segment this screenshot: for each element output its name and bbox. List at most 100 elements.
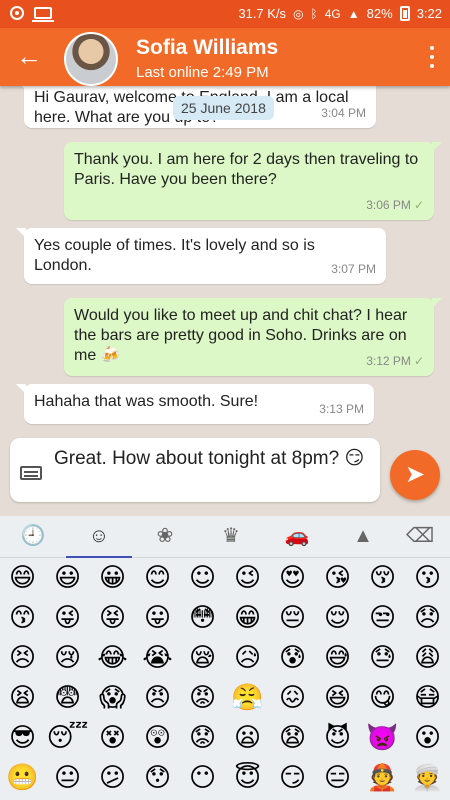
emoji-key[interactable]: 😐 [45,758,90,798]
crown-tab-icon[interactable]: ♛ [198,516,264,558]
emoji-key[interactable]: 😷 [405,678,450,718]
emoji-key[interactable]: 😭 [135,638,180,678]
emoji-key[interactable]: 😧 [270,718,315,758]
message-incoming[interactable]: Hahaha that was smooth. Sure! 3:13 PM [16,384,374,424]
emoji-key[interactable]: 😎 [0,718,45,758]
message-meta: 3:12 PM ✓ [366,351,424,371]
emoji-key[interactable]: 😘 [315,558,360,598]
network-speed: 31.7 K/s [238,6,287,21]
emoji-key[interactable]: 😤 [225,678,270,718]
sent-check-icon: ✓ [413,354,424,368]
emoji-key[interactable]: 😔 [270,598,315,638]
send-button[interactable]: ➤ [390,450,440,500]
message-outgoing[interactable]: Would you like to meet up and chit chat?… [64,298,442,376]
emoji-key[interactable]: 😓 [360,638,405,678]
message-input[interactable]: Great. How about tonight at 8pm? 😏 [54,448,370,470]
message-incoming[interactable]: Yes couple of times. It's lovely and so … [16,228,386,284]
emoji-key[interactable]: 😡 [180,678,225,718]
emoji-key[interactable]: 😃 [45,558,90,598]
emoji-key[interactable]: 😮 [405,718,450,758]
emoji-key[interactable]: 😊 [135,558,180,598]
profile-photo-icon [66,34,116,84]
message-time: 3:07 PM [331,262,376,276]
emoji-key[interactable]: 😚 [360,558,405,598]
emoji-category-tabs: 🕘 ☺ ❀ ♛ 🚗 ▲ ⌫ [0,516,450,558]
signal-icon: ▲ [347,6,360,21]
emoji-key[interactable]: 😒 [360,598,405,638]
emoji-key[interactable]: 😍 [270,558,315,598]
emoji-key[interactable]: 😳 [180,598,225,638]
emoji-key[interactable]: 😅 [315,638,360,678]
contact-name[interactable]: Sofia Williams [136,36,278,60]
message-text: Hahaha that was smooth. Sure! [34,393,259,410]
avatar[interactable] [64,32,118,86]
emoji-key[interactable]: 😝 [90,598,135,638]
last-online-status: Last online 2:49 PM [136,64,269,81]
emoji-key[interactable]: 😗 [405,558,450,598]
emoji-key[interactable]: 👿 [360,718,405,758]
back-arrow-icon[interactable]: ← [16,43,46,71]
emoji-key[interactable]: 😱 [90,678,135,718]
battery-percent: 82% [366,6,393,21]
bluetooth-icon: ᛒ [310,6,318,21]
emoji-key[interactable]: 😩 [405,638,450,678]
message-input-box[interactable]: Great. How about tonight at 8pm? 😏 [10,438,380,502]
message-outgoing[interactable]: Thank you. I am here for 2 days then tra… [64,142,442,220]
emoji-key[interactable]: 😂 [90,638,135,678]
emoji-key[interactable]: 😠 [135,678,180,718]
emoji-key[interactable]: 😫 [0,678,45,718]
status-left-icons [10,6,54,22]
send-arrow-icon: ➤ [404,461,426,488]
emoji-key[interactable]: 😇 [225,758,270,798]
emoji-key[interactable]: 😵 [90,718,135,758]
emoji-key[interactable]: 😥 [225,638,270,678]
emoji-key[interactable]: 😢 [45,638,90,678]
emoji-key[interactable]: 😪 [180,638,225,678]
emoji-key[interactable]: 😶 [180,758,225,798]
emoji-key[interactable]: 😏 [270,758,315,798]
emoji-key[interactable]: 😴 [45,718,90,758]
emoji-key[interactable]: 😛 [135,598,180,638]
keyboard-icon[interactable] [20,466,42,480]
emoji-key[interactable]: 😨 [45,678,90,718]
emoji-key[interactable]: 😑 [315,758,360,798]
symbols-tab-icon[interactable]: ▲ [330,516,396,558]
emoji-key[interactable]: 😈 [315,718,360,758]
smiley-tab-icon[interactable]: ☺ [66,516,132,558]
battery-icon [399,6,410,21]
emoji-key[interactable]: 😟 [180,718,225,758]
emoji-key[interactable]: 👳 [405,758,450,798]
emoji-key[interactable]: 😣 [0,638,45,678]
car-tab-icon[interactable]: 🚗 [264,516,330,558]
recent-emoji-tab-icon[interactable]: 🕘 [0,516,66,558]
emoji-key[interactable]: 😬 [0,758,45,798]
emoji-key[interactable]: 😰 [270,638,315,678]
hotspot-icon: ◎ [293,6,304,21]
emoji-key[interactable]: 😋 [360,678,405,718]
emoji-key[interactable]: 😕 [90,758,135,798]
clock: 3:22 [416,6,442,21]
emoji-key[interactable]: 😜 [45,598,90,638]
emoji-keyboard: 🕘 ☺ ❀ ♛ 🚗 ▲ ⌫ 😄 😃 😀 😊 ☺ 😉 😍 😘 😚 😗 😙 😜 😝 😛 😳 😁 😔 😌 😒 😞 😣 😢 😂 😭 😪 😥… [0,516,450,800]
backspace-icon[interactable]: ⌫ [390,516,450,558]
emoji-key[interactable]: 😯 [135,758,180,798]
emoji-key[interactable]: 😖 [270,678,315,718]
more-options-icon[interactable] [428,46,436,68]
emoji-key[interactable]: 😙 [0,598,45,638]
emoji-key[interactable]: 😄 [0,558,45,598]
emoji-key[interactable]: 👲 [360,758,405,798]
emoji-key[interactable]: 😞 [405,598,450,638]
message-time: 3:04 PM [321,106,366,120]
emoji-key[interactable]: 😌 [315,598,360,638]
emoji-key[interactable]: 😉 [225,558,270,598]
emoji-key[interactable]: 😁 [225,598,270,638]
emoji-key[interactable]: 😦 [225,718,270,758]
emoji-key[interactable]: 😆 [315,678,360,718]
emoji-grid: 😄 😃 😀 😊 ☺ 😉 😍 😘 😚 😗 😙 😜 😝 😛 😳 😁 😔 😌 😒 😞 😣 😢 😂 😭 😪 😥 😰 😅 😓 😩 😫 😨 😱 😠 😡 😤 😖 😆 😋 😷… [0,558,450,800]
flower-tab-icon[interactable]: ❀ [132,516,198,558]
emoji-key[interactable]: 😀 [90,558,135,598]
notification-icon [10,6,24,20]
emoji-key[interactable]: 😲 [135,718,180,758]
emoji-key[interactable]: ☺ [180,558,225,598]
message-time: 3:06 PM [366,198,411,212]
